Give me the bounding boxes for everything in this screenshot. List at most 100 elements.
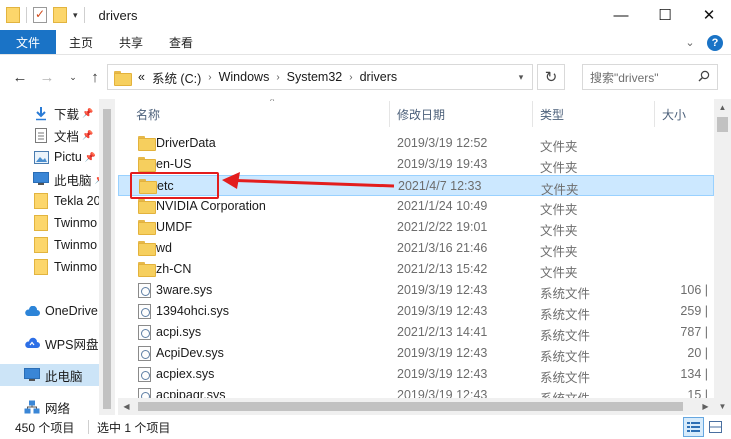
tab-file[interactable]: 文件 xyxy=(0,30,56,54)
column-header-name[interactable]: 名称 ^ xyxy=(130,99,388,129)
scroll-left-arrow-icon[interactable]: ◀ xyxy=(118,398,135,415)
folder-icon xyxy=(33,237,49,253)
ribbon-tabs: 文件 主页 共享 查看 ⌄ ? xyxy=(0,30,731,55)
file-modified-date: 2019/3/19 12:43 xyxy=(397,367,488,381)
file-type: 文件夹 xyxy=(540,140,578,154)
refresh-button[interactable]: ↻ xyxy=(537,64,565,90)
new-folder-icon[interactable] xyxy=(53,7,67,23)
nav-item-label: Twinmo xyxy=(54,238,98,252)
pin-icon[interactable]: 📌 xyxy=(82,130,93,141)
scrollbar-thumb[interactable] xyxy=(717,117,728,132)
nav-item-this-pc-pinned[interactable]: 此电脑 📌 xyxy=(0,168,115,190)
tab-share[interactable]: 共享 xyxy=(106,30,156,54)
table-row[interactable]: AcpiDev.sys 2019/3/19 12:43 系统文件 20 | xyxy=(118,343,714,364)
file-modified-date: 2019/3/19 12:43 xyxy=(397,283,488,297)
nav-item-label: 下载 xyxy=(54,107,80,122)
table-row[interactable]: UMDF 2021/2/22 19:01 文件夹 xyxy=(118,217,714,238)
nav-item-onedrive[interactable]: OneDrive xyxy=(0,300,115,322)
scrollbar-thumb[interactable] xyxy=(103,109,111,409)
table-row[interactable]: 1394ohci.sys 2019/3/19 12:43 系统文件 259 | xyxy=(118,301,714,322)
pin-icon[interactable]: 📌 xyxy=(85,152,96,163)
system-file-icon xyxy=(138,367,151,385)
system-file-icon xyxy=(138,346,151,364)
nav-item-twinmo-1[interactable]: Twinmo xyxy=(0,212,115,234)
vertical-scrollbar[interactable]: ▲ ▼ xyxy=(714,99,731,415)
properties-icon[interactable] xyxy=(33,7,47,23)
tab-view[interactable]: 查看 xyxy=(156,30,206,54)
nav-item-wps-cloud[interactable]: WPS网盘 xyxy=(0,332,115,354)
file-name: wd xyxy=(156,241,172,255)
separator xyxy=(83,7,85,23)
nav-item-twinmo-2[interactable]: Twinmo xyxy=(0,234,115,256)
nav-item-downloads[interactable]: 下载 📌 xyxy=(0,102,115,124)
system-file-icon xyxy=(138,325,151,343)
system-file-icon xyxy=(138,283,151,301)
scroll-down-arrow-icon[interactable]: ▼ xyxy=(714,398,731,415)
search-icon[interactable] xyxy=(698,70,710,82)
scroll-up-arrow-icon[interactable]: ▲ xyxy=(714,99,731,116)
back-arrow-icon[interactable]: ← xyxy=(11,67,29,87)
file-type: 文件夹 xyxy=(540,161,578,175)
forward-arrow-icon[interactable]: → xyxy=(38,67,56,87)
folder-icon xyxy=(33,193,49,209)
address-dropdown-icon[interactable]: ▾ xyxy=(510,65,532,89)
folder-icon xyxy=(33,259,49,275)
nav-item-documents[interactable]: 文档 📌 xyxy=(0,124,115,146)
nav-item-twinmo-3[interactable]: Twinmo xyxy=(0,256,115,278)
file-name: AcpiDev.sys xyxy=(156,346,224,360)
column-header-date[interactable]: 修改日期 xyxy=(391,99,531,129)
search-input[interactable]: 搜索"drivers" xyxy=(582,64,718,90)
breadcrumb-drivers[interactable]: drivers xyxy=(360,70,398,84)
nav-item-network[interactable]: 网络 xyxy=(0,396,115,415)
address-bar[interactable]: « 系统 (C:) › Windows › System32 › drivers… xyxy=(107,64,533,90)
up-arrow-icon[interactable]: ↑ xyxy=(86,67,104,87)
chevron-right-icon[interactable]: › xyxy=(276,72,279,83)
address-overflow[interactable]: « xyxy=(138,70,145,84)
table-row[interactable]: acpiex.sys 2019/3/19 12:43 系统文件 134 | xyxy=(118,364,714,385)
maximize-button[interactable]: ☐ xyxy=(643,0,687,30)
scroll-right-arrow-icon[interactable]: ▶ xyxy=(697,398,714,415)
column-header-size[interactable]: 大小 xyxy=(656,99,714,129)
large-icons-view-icon[interactable] xyxy=(705,417,726,437)
column-divider[interactable] xyxy=(389,101,390,127)
table-row[interactable]: zh-CN 2021/2/13 15:42 文件夹 xyxy=(118,259,714,280)
nav-item-this-pc[interactable]: 此电脑 xyxy=(0,364,115,386)
table-row[interactable]: acpi.sys 2021/2/13 14:41 系统文件 787 | xyxy=(118,322,714,343)
breadcrumb-drive[interactable]: 系统 (C:) xyxy=(152,68,201,87)
help-icon[interactable]: ? xyxy=(707,34,723,51)
tab-home[interactable]: 主页 xyxy=(56,30,106,54)
scrollbar-thumb[interactable] xyxy=(138,402,683,411)
close-button[interactable]: ✕ xyxy=(687,0,731,30)
chevron-right-icon[interactable]: › xyxy=(208,72,211,83)
expand-ribbon-chevron-icon[interactable]: ⌄ xyxy=(683,36,697,50)
breadcrumb-system32[interactable]: System32 xyxy=(287,70,343,84)
table-row[interactable]: NVIDIA Corporation 2021/1/24 10:49 文件夹 xyxy=(118,196,714,217)
nav-item-tekla[interactable]: Tekla 20 xyxy=(0,190,115,212)
table-row[interactable]: DriverData 2019/3/19 12:52 文件夹 xyxy=(118,133,714,154)
file-modified-date: 2019/3/19 12:43 xyxy=(397,304,488,318)
file-modified-date: 2021/3/16 21:46 xyxy=(397,241,488,255)
file-modified-date: 2021/2/13 14:41 xyxy=(397,325,488,339)
column-header-label: 名称 xyxy=(136,107,161,122)
selection-count: 选中 1 个项目 xyxy=(97,421,171,435)
nav-scrollbar[interactable] xyxy=(99,99,115,415)
horizontal-scrollbar[interactable]: ◀ ▶ xyxy=(118,398,714,415)
column-divider[interactable] xyxy=(654,101,655,127)
customize-toolbar-dropdown[interactable]: ▾ xyxy=(73,10,78,21)
recent-locations-dropdown-icon[interactable]: ⌄ xyxy=(64,67,82,87)
chevron-right-icon[interactable]: › xyxy=(349,72,352,83)
table-row[interactable]: wd 2021/3/16 21:46 文件夹 xyxy=(118,238,714,259)
column-divider[interactable] xyxy=(532,101,533,127)
details-view-icon[interactable] xyxy=(683,417,704,437)
file-name: UMDF xyxy=(156,220,193,234)
breadcrumb-windows[interactable]: Windows xyxy=(219,70,270,84)
nav-item-label: Twinmo xyxy=(54,260,98,274)
file-name: NVIDIA Corporation xyxy=(156,199,266,213)
column-header-type[interactable]: 类型 xyxy=(534,99,654,129)
pin-icon[interactable]: 📌 xyxy=(82,108,93,119)
folder-icon xyxy=(33,215,49,231)
nav-item-pictures[interactable]: Pictu 📌 xyxy=(0,146,115,168)
minimize-button[interactable]: — xyxy=(599,0,643,30)
table-row[interactable]: 3ware.sys 2019/3/19 12:43 系统文件 106 | xyxy=(118,280,714,301)
window-title: drivers xyxy=(98,7,138,23)
